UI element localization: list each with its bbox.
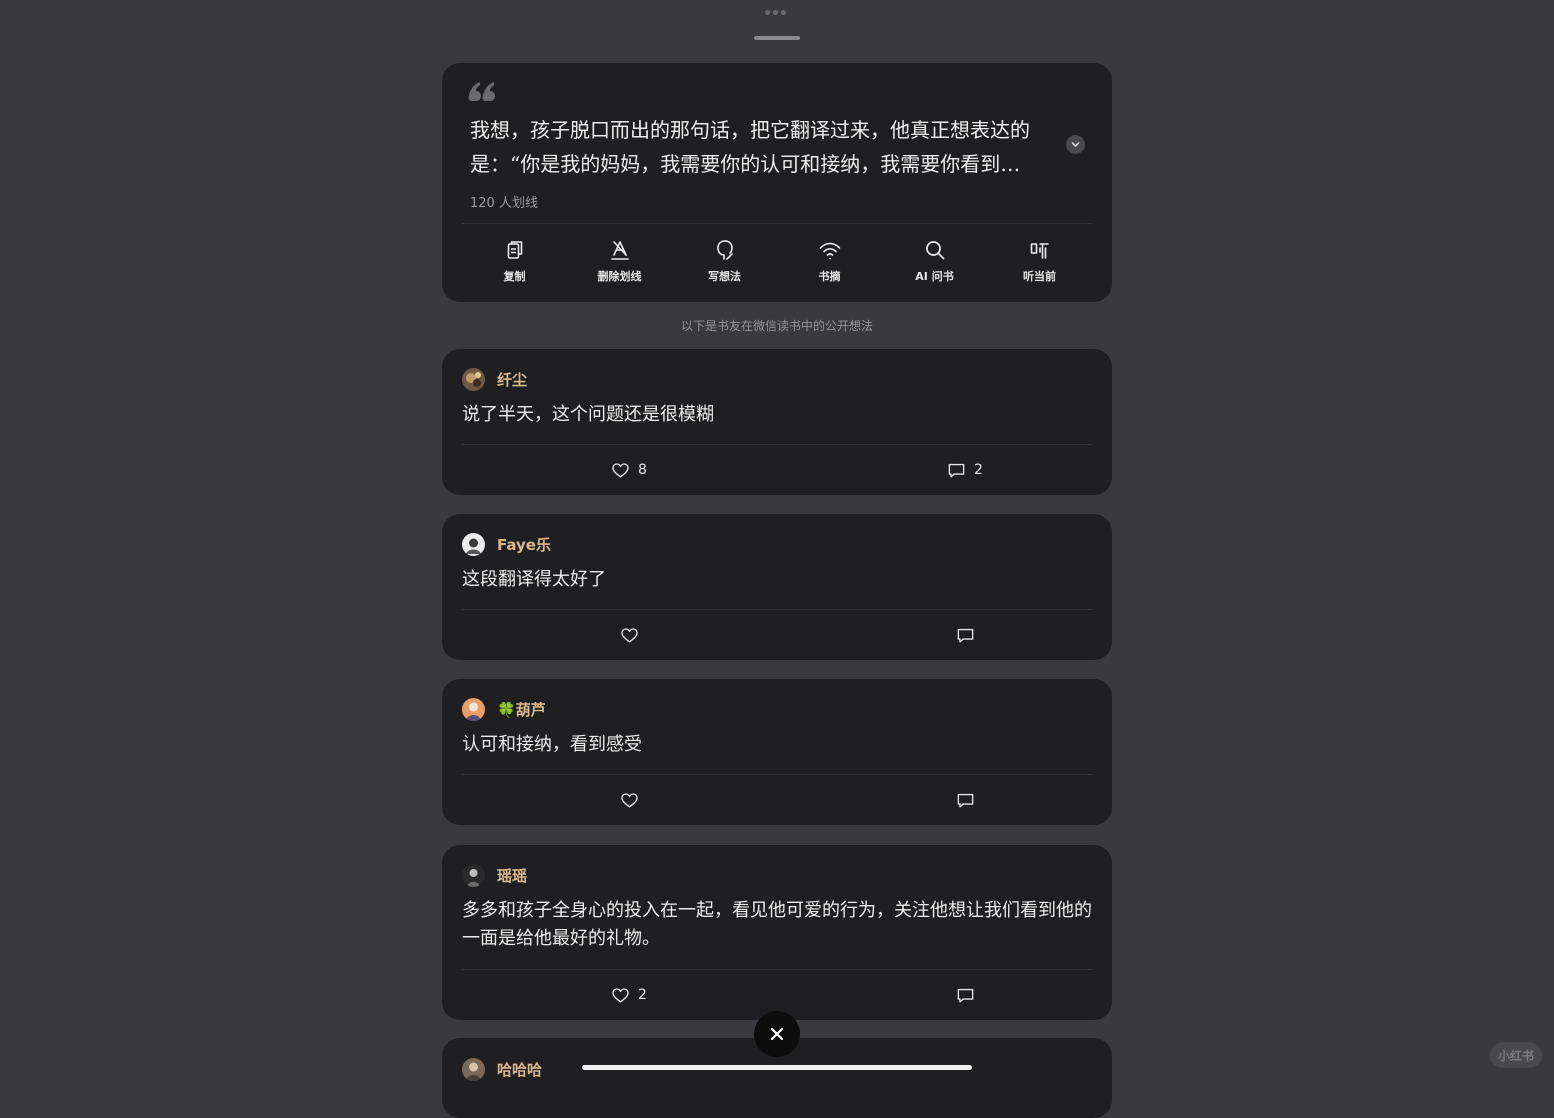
action-label: AI 问书: [915, 270, 954, 283]
like-button[interactable]: [549, 610, 709, 660]
heart-icon: [612, 987, 629, 1003]
quote-icon: [468, 82, 495, 101]
highlight-text[interactable]: 我想，孩子脱口而出的那句话，把它翻译过来，他真正想表达的是：“你是我的妈妈，我需…: [470, 113, 1062, 181]
chevron-down-icon: [1071, 142, 1080, 147]
ai-ask-book-button[interactable]: AI 问书: [882, 238, 987, 284]
avatar[interactable]: [462, 533, 485, 556]
comment-icon: [948, 463, 965, 478]
avatar[interactable]: [462, 368, 485, 391]
like-button[interactable]: [549, 775, 709, 825]
username[interactable]: 纤尘: [497, 369, 527, 390]
highlight-card: 我想，孩子脱口而出的那句话，把它翻译过来，他真正想表达的是：“你是我的妈妈，我需…: [442, 63, 1112, 302]
avatar[interactable]: [462, 1058, 485, 1081]
write-thought-icon: [716, 240, 733, 260]
search-icon: [925, 241, 944, 260]
home-indicator[interactable]: [582, 1065, 972, 1070]
reply-button[interactable]: [885, 970, 1045, 1020]
comment-icon: [957, 628, 973, 643]
comment-card: 纤尘 说了半天，这个问题还是很模糊 8 2: [442, 349, 1112, 495]
comment-text[interactable]: 这段翻译得太好了: [462, 566, 1092, 594]
heart-icon: [620, 627, 638, 643]
avatar[interactable]: [462, 864, 485, 887]
comment-text[interactable]: 认可和接纳，看到感受: [462, 731, 1092, 759]
close-button[interactable]: [754, 1011, 800, 1057]
comment-card: 🍀葫芦 认可和接纳，看到感受: [442, 679, 1112, 825]
action-label: 书摘: [818, 270, 841, 283]
expand-button[interactable]: [1066, 135, 1085, 154]
comment-header[interactable]: 纤尘: [462, 368, 527, 391]
like-count: 2: [638, 987, 647, 1003]
action-label: 写想法: [708, 270, 741, 283]
write-thought-button[interactable]: 写想法: [672, 238, 777, 284]
listen-button[interactable]: 听当前: [987, 238, 1092, 284]
comment-icon: [957, 793, 973, 808]
action-bar: 复制 删除划线 写想法 书摘 AI 问书 听当前: [462, 238, 1092, 284]
like-count: 8: [638, 462, 647, 478]
reply-count: 2: [974, 462, 983, 478]
like-button[interactable]: 2: [549, 970, 709, 1020]
excerpt-button[interactable]: 书摘: [777, 238, 882, 284]
copy-icon: [507, 241, 522, 259]
public-thoughts-caption: 以下是书友在微信读书中的公开想法: [680, 319, 873, 333]
username[interactable]: 瑶瑶: [497, 865, 527, 886]
divider: [462, 223, 1092, 224]
comment-footer: [462, 609, 1092, 660]
reply-button[interactable]: 2: [885, 445, 1045, 495]
comment-header[interactable]: Faye乐: [462, 533, 551, 556]
erase-highlight-icon: [610, 241, 629, 260]
action-label: 复制: [503, 270, 526, 283]
comment-card: Faye乐 这段翻译得太好了: [442, 514, 1112, 660]
watermark-logo: 小红书: [1490, 1042, 1542, 1068]
heart-icon: [612, 462, 629, 478]
highlight-count: 120 人划线: [470, 196, 538, 211]
comment-text[interactable]: 多多和孩子全身心的投入在一起，看见他可爱的行为，关注他想让我们看到他的一面是给他…: [462, 897, 1092, 953]
action-label: 听当前: [1023, 270, 1056, 283]
comment-header[interactable]: 🍀葫芦: [462, 698, 546, 721]
close-icon: [770, 1027, 784, 1041]
comment-icon: [957, 988, 973, 1003]
sheet-grabber[interactable]: [754, 36, 800, 40]
excerpt-icon: [819, 242, 840, 260]
avatar[interactable]: [462, 698, 485, 721]
comment-header[interactable]: 哈哈哈: [462, 1058, 542, 1081]
comment-header[interactable]: 瑶瑶: [462, 864, 527, 887]
username[interactable]: 🍀葫芦: [497, 699, 546, 720]
comment-footer: [462, 774, 1092, 825]
listen-icon: [1030, 243, 1049, 259]
action-label: 删除划线: [597, 270, 642, 283]
copy-button[interactable]: 复制: [462, 238, 567, 284]
delete-highlight-button[interactable]: 删除划线: [567, 238, 672, 284]
like-button[interactable]: 8: [549, 445, 709, 495]
comment-text[interactable]: 说了半天，这个问题还是很模糊: [462, 401, 1092, 429]
comment-card: 瑶瑶 多多和孩子全身心的投入在一起，看见他可爱的行为，关注他想让我们看到他的一面…: [442, 845, 1112, 1020]
reply-button[interactable]: [885, 775, 1045, 825]
comment-footer: 8 2: [462, 444, 1092, 495]
heart-icon: [620, 792, 638, 808]
username[interactable]: 哈哈哈: [497, 1059, 542, 1080]
username[interactable]: Faye乐: [497, 534, 551, 555]
reply-button[interactable]: [885, 610, 1045, 660]
more-dots[interactable]: [765, 10, 786, 15]
